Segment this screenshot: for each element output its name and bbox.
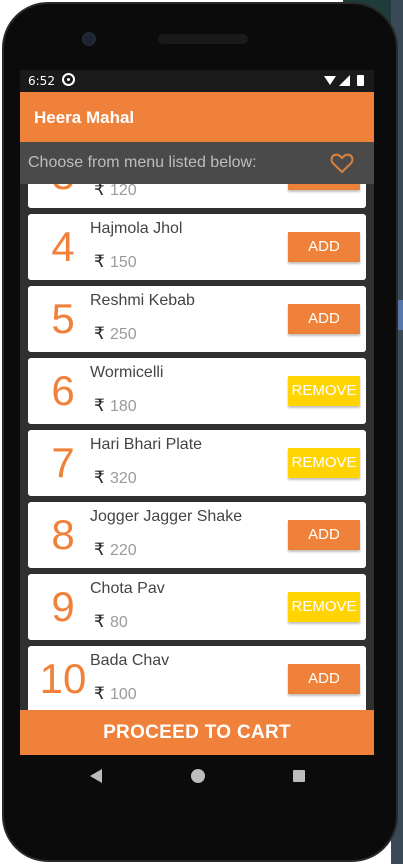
front-camera <box>82 32 96 46</box>
menu-item-card: 9 Chota Pav ₹80 REMOVE <box>28 574 366 640</box>
menu-list[interactable]: 3₹120ADD4Hajmola Jhol₹150ADD5Reshmi Keba… <box>20 184 374 710</box>
menu-item-card: 3₹120 ADD <box>28 184 366 208</box>
remove-button[interactable]: REMOVE <box>288 448 360 478</box>
remove-button[interactable]: REMOVE <box>288 592 360 622</box>
item-name: Hari Bhari Plate <box>90 436 203 453</box>
home-icon[interactable] <box>191 769 205 783</box>
rupee-icon: ₹ <box>94 468 105 488</box>
battery-icon <box>357 75 364 86</box>
back-icon[interactable] <box>90 769 102 783</box>
wifi-icon <box>324 76 336 85</box>
subheader-text: Choose from menu listed below: <box>28 154 257 171</box>
item-number: 4 <box>51 223 75 270</box>
status-bar: 6:52 <box>20 70 374 92</box>
item-name: Bada Chav <box>90 652 170 669</box>
item-price: 150 <box>110 254 137 271</box>
earpiece-speaker <box>158 34 248 44</box>
item-name: Hajmola Jhol <box>90 220 183 237</box>
status-time: 6:52 <box>28 74 55 88</box>
item-price: 180 <box>110 398 137 415</box>
signal-icon <box>339 75 350 86</box>
item-number: 3 <box>28 184 98 200</box>
item-price: 100 <box>110 686 137 703</box>
sync-icon <box>62 73 75 86</box>
rupee-icon: ₹ <box>94 324 105 344</box>
app-title: Heera Mahal <box>34 108 135 127</box>
app-screen: 6:52 Heera Mahal Choose from menu listed… <box>20 70 374 755</box>
rupee-icon: ₹ <box>94 252 105 272</box>
add-button[interactable]: ADD <box>288 664 360 694</box>
menu-subheader: Choose from menu listed below: <box>20 142 374 184</box>
rupee-icon: ₹ <box>94 396 105 416</box>
add-button[interactable]: ADD <box>288 304 360 334</box>
heart-outline-icon[interactable] <box>330 152 354 174</box>
item-number: 10 <box>39 655 87 702</box>
item-price: 80 <box>110 614 128 631</box>
menu-item-card: 4 Hajmola Jhol ₹150 ADD <box>28 214 366 280</box>
item-price: 220 <box>110 542 137 559</box>
menu-item-card: 5 Reshmi Kebab ₹250 ADD <box>28 286 366 352</box>
remove-button[interactable]: REMOVE <box>288 376 360 406</box>
item-name: Reshmi Kebab <box>90 292 195 309</box>
item-name: Chota Pav <box>90 580 165 597</box>
menu-item-card: 10 Bada Chav ₹100 ADD <box>28 646 366 710</box>
item-number: 7 <box>51 439 75 486</box>
add-button[interactable]: ADD <box>288 232 360 262</box>
item-price: 250 <box>110 326 137 343</box>
item-name: Wormicelli <box>90 364 164 381</box>
rupee-icon: ₹ <box>94 612 105 632</box>
rupee-icon: ₹ <box>94 540 105 560</box>
proceed-to-cart-button[interactable]: PROCEED TO CART <box>20 710 374 755</box>
item-number: 9 <box>51 583 75 630</box>
item-number: 5 <box>51 295 75 342</box>
item-price: 120 <box>110 184 137 199</box>
recents-icon[interactable] <box>293 770 305 782</box>
item-name: Jogger Jagger Shake <box>90 508 243 525</box>
app-bar: Heera Mahal <box>20 92 374 142</box>
menu-item-card: 8 Jogger Jagger Shake ₹220 ADD <box>28 502 366 568</box>
item-number: 6 <box>51 367 75 414</box>
item-number: 8 <box>51 511 75 558</box>
add-button[interactable]: ADD <box>288 184 360 190</box>
system-nav-bar <box>20 755 374 799</box>
rupee-icon: ₹ <box>94 184 105 200</box>
item-price: 320 <box>110 470 137 487</box>
menu-item-card: 7 Hari Bhari Plate ₹320 REMOVE <box>28 430 366 496</box>
menu-item-card: 6 Wormicelli ₹180 REMOVE <box>28 358 366 424</box>
add-button[interactable]: ADD <box>288 520 360 550</box>
rupee-icon: ₹ <box>94 684 105 704</box>
